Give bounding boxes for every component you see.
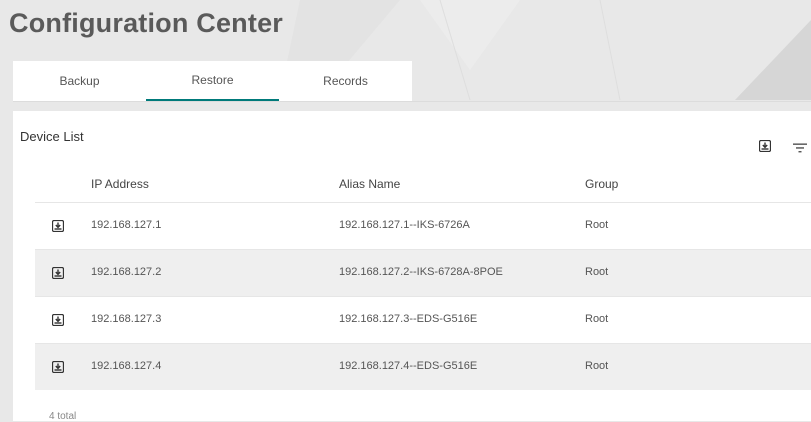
- column-header-group[interactable]: Group: [585, 177, 618, 191]
- cell-ip: 192.168.127.1: [91, 219, 162, 231]
- tab-records[interactable]: Records: [279, 61, 412, 101]
- export-icon[interactable]: [758, 139, 772, 157]
- tab-restore[interactable]: Restore: [146, 61, 279, 101]
- cell-alias: 192.168.127.2--IKS-6728A-8POE: [339, 266, 503, 278]
- table-row[interactable]: 192.168.127.4 192.168.127.4--EDS-G516E R…: [35, 343, 811, 390]
- cell-alias: 192.168.127.3--EDS-G516E: [339, 313, 478, 325]
- column-header-alias[interactable]: Alias Name: [339, 177, 400, 191]
- download-icon[interactable]: [51, 360, 65, 378]
- total-count: 4 total: [49, 411, 77, 422]
- cell-group: Root: [585, 219, 609, 231]
- page-title: Configuration Center: [9, 8, 283, 38]
- cell-group: Root: [585, 360, 609, 372]
- download-icon[interactable]: [51, 313, 65, 331]
- cell-group: Root: [585, 266, 609, 278]
- column-header-ip[interactable]: IP Address: [91, 177, 149, 191]
- cell-ip: 192.168.127.3: [91, 313, 162, 325]
- cell-ip: 192.168.127.4: [91, 360, 162, 372]
- cell-alias: 192.168.127.1--IKS-6726A: [339, 219, 470, 231]
- table-row[interactable]: 192.168.127.2 192.168.127.2--IKS-6728A-8…: [35, 249, 811, 296]
- cell-group: Root: [585, 313, 609, 325]
- device-list-card: Device List IP Address Alias Name Group …: [13, 111, 811, 422]
- table-row[interactable]: 192.168.127.1 192.168.127.1--IKS-6726A R…: [35, 202, 811, 249]
- tab-bar: Backup Restore Records: [13, 61, 811, 102]
- filter-icon[interactable]: [793, 140, 807, 158]
- card-title: Device List: [20, 129, 84, 144]
- table-row[interactable]: 192.168.127.3 192.168.127.3--EDS-G516E R…: [35, 296, 811, 343]
- cell-ip: 192.168.127.2: [91, 266, 162, 278]
- download-icon[interactable]: [51, 219, 65, 237]
- tab-backup[interactable]: Backup: [13, 61, 146, 101]
- cell-alias: 192.168.127.4--EDS-G516E: [339, 360, 478, 372]
- download-icon[interactable]: [51, 266, 65, 284]
